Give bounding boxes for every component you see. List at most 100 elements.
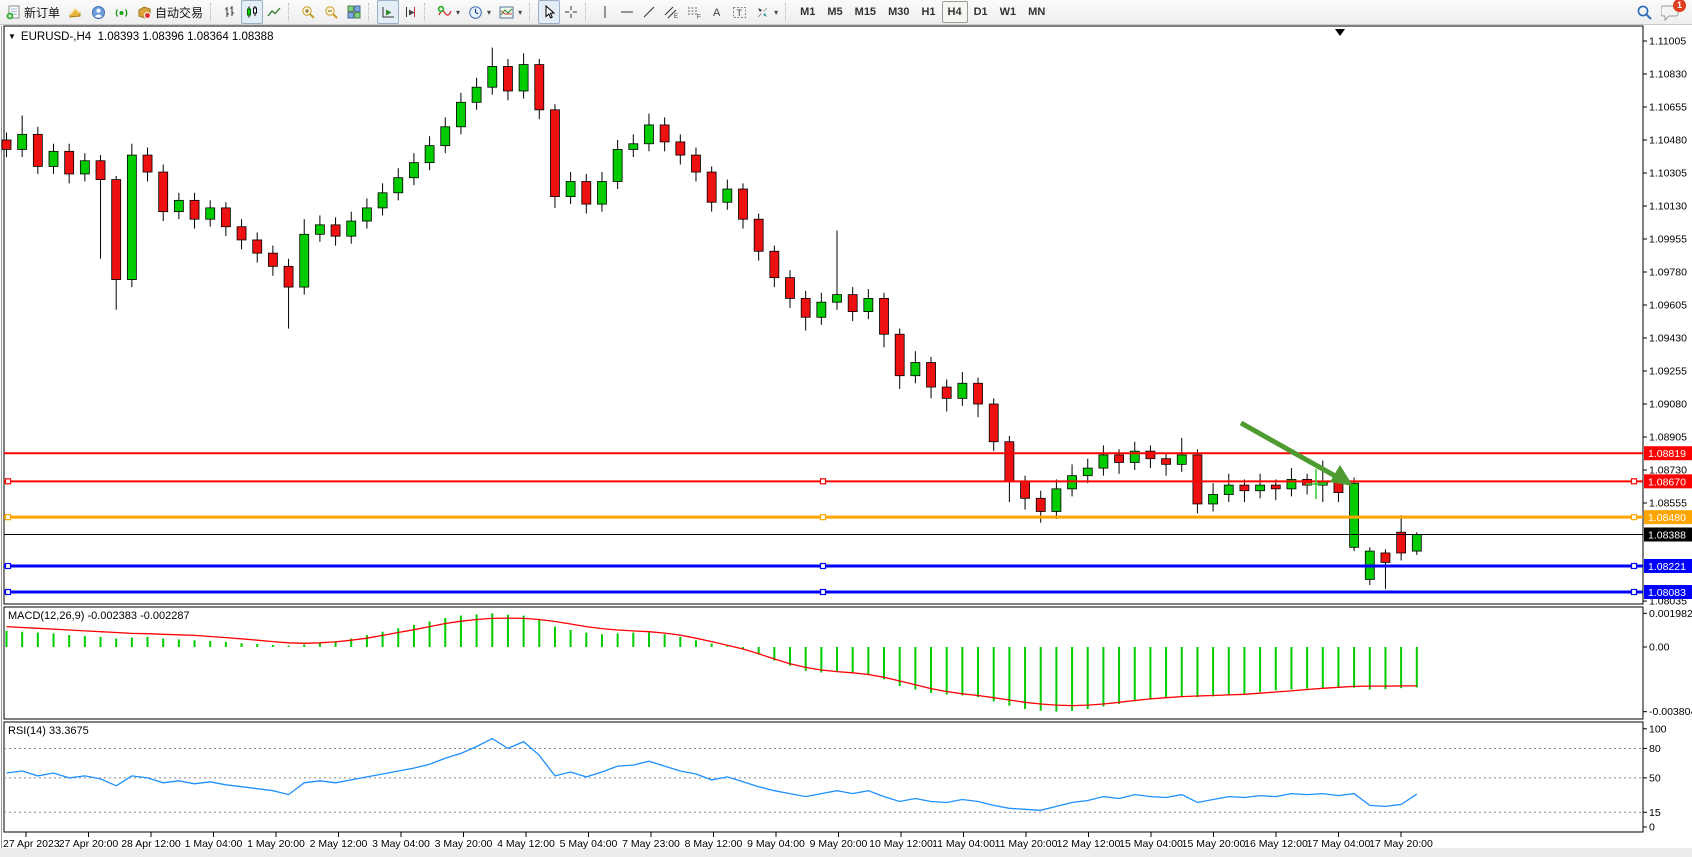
templates-button[interactable]: ▾ <box>495 0 526 24</box>
svg-text:11 May 04:00: 11 May 04:00 <box>932 838 995 850</box>
chart-title: ▼ EURUSD-,H4 1.08393 1.08396 1.08364 1.08… <box>8 31 273 43</box>
chat-badge: 1 <box>1673 0 1686 12</box>
dropdown-caret: ▾ <box>518 8 522 17</box>
svg-text:T: T <box>737 8 743 18</box>
candlestick-chart-button[interactable] <box>241 0 263 24</box>
svg-text:1.09605: 1.09605 <box>1649 300 1687 312</box>
svg-text:1.08388: 1.08388 <box>1648 529 1686 541</box>
chart-symbol-period: EURUSD-,H4 <box>21 31 91 43</box>
svg-text:1.09430: 1.09430 <box>1649 333 1687 345</box>
auto-scroll-button[interactable] <box>377 0 399 24</box>
svg-text:9 May 20:00: 9 May 20:00 <box>810 838 868 850</box>
svg-text:1.10480: 1.10480 <box>1649 135 1687 147</box>
chart-ohlc-values: 1.08393 1.08396 1.08364 1.08388 <box>98 31 274 43</box>
auto-scroll-icon <box>381 5 395 19</box>
line-chart-button[interactable] <box>263 0 285 24</box>
chart-shift-icon <box>403 5 417 19</box>
collapse-triangle-icon[interactable]: ▼ <box>8 32 16 41</box>
chart-canvas[interactable]: 1.110051.108301.106551.104801.103051.101… <box>0 0 1692 857</box>
svg-text:-0.003804: -0.003804 <box>1649 706 1692 718</box>
panel-frames <box>2 26 1644 848</box>
svg-text:0.00: 0.00 <box>1649 642 1670 654</box>
signals-button[interactable] <box>110 0 133 24</box>
toolbar-separator <box>210 3 216 21</box>
svg-text:1.10305: 1.10305 <box>1649 168 1687 180</box>
svg-text:3 May 20:00: 3 May 20:00 <box>435 838 493 850</box>
auto-trading-icon <box>137 5 152 20</box>
search-icon[interactable] <box>1636 4 1653 21</box>
svg-text:16 May 12:00: 16 May 12:00 <box>1244 838 1308 850</box>
svg-text:8 May 12:00: 8 May 12:00 <box>685 838 743 850</box>
market-watch-icon <box>68 5 83 20</box>
svg-text:4 May 12:00: 4 May 12:00 <box>497 838 555 850</box>
svg-text:12 May 12:00: 12 May 12:00 <box>1057 838 1121 850</box>
timeframe-button-d1[interactable]: D1 <box>968 1 994 23</box>
periods-button[interactable]: ▾ <box>464 0 495 24</box>
auto-trading-button[interactable]: 自动交易 <box>133 0 207 24</box>
crosshair-button[interactable] <box>560 0 582 24</box>
text-label-button[interactable]: T <box>728 0 751 24</box>
toolbar-separator <box>424 3 430 21</box>
bar-chart-button[interactable] <box>219 0 241 24</box>
equidistant-channel-icon: E <box>664 5 679 20</box>
zoom-in-button[interactable] <box>297 0 320 24</box>
timeframe-button-mn[interactable]: MN <box>1022 1 1051 23</box>
trendline-button[interactable] <box>638 0 660 24</box>
svg-text:1.08480: 1.08480 <box>1648 512 1686 524</box>
svg-text:1.08670: 1.08670 <box>1648 476 1686 488</box>
fibonacci-button[interactable]: F <box>683 0 706 24</box>
svg-text:1.08905: 1.08905 <box>1649 432 1687 444</box>
dropdown-caret: ▾ <box>487 8 491 17</box>
indicators-icon <box>437 5 452 20</box>
chart-shift-button[interactable] <box>399 0 421 24</box>
timeframe-group: M1M5M15M30H1H4D1W1MN <box>794 0 1051 24</box>
svg-text:15 May 20:00: 15 May 20:00 <box>1182 838 1246 850</box>
timeframe-button-m15[interactable]: M15 <box>849 1 882 23</box>
cursor-button[interactable] <box>538 0 560 24</box>
svg-text:1.08083: 1.08083 <box>1648 587 1686 599</box>
equidistant-channel-button[interactable]: E <box>660 0 683 24</box>
new-order-label: 新订单 <box>24 4 60 21</box>
timeframe-button-h1[interactable]: H1 <box>915 1 941 23</box>
cursor-icon <box>542 5 556 19</box>
timeframe-button-h4[interactable]: H4 <box>942 1 968 23</box>
new-order-button[interactable]: 新订单 <box>2 0 64 24</box>
periods-icon <box>468 5 483 20</box>
timeframe-button-m1[interactable]: M1 <box>794 1 821 23</box>
arrows-button[interactable]: ▾ <box>751 0 782 24</box>
svg-text:80: 80 <box>1649 743 1661 755</box>
indicators-button[interactable]: ▾ <box>433 0 464 24</box>
toolbar-separator <box>585 3 591 21</box>
svg-text:1.09955: 1.09955 <box>1649 234 1687 246</box>
svg-text:1 May 04:00: 1 May 04:00 <box>185 838 243 850</box>
svg-text:1.09780: 1.09780 <box>1649 267 1687 279</box>
toolbar-separator <box>785 3 791 21</box>
svg-text:17 May 20:00: 17 May 20:00 <box>1369 838 1433 850</box>
text-button[interactable]: A <box>706 0 728 24</box>
timeframe-button-m5[interactable]: M5 <box>821 1 848 23</box>
svg-text:0.001982: 0.001982 <box>1649 608 1692 620</box>
zoom-out-button[interactable] <box>320 0 343 24</box>
horizontal-line-icon <box>620 5 634 19</box>
zoom-in-icon <box>301 5 316 20</box>
svg-text:27 Apr 2023: 27 Apr 2023 <box>3 838 60 850</box>
market-watch-button[interactable] <box>64 0 87 24</box>
timeframe-button-w1[interactable]: W1 <box>994 1 1023 23</box>
svg-text:1.10130: 1.10130 <box>1649 201 1687 213</box>
community-button[interactable] <box>87 0 110 24</box>
timeframe-button-m30[interactable]: M30 <box>882 1 915 23</box>
tile-windows-button[interactable] <box>343 0 365 24</box>
vertical-line-icon <box>598 5 612 19</box>
vertical-line-button[interactable] <box>594 0 616 24</box>
svg-text:17 May 04:00: 17 May 04:00 <box>1307 838 1371 850</box>
svg-text:28 Apr 12:00: 28 Apr 12:00 <box>121 838 181 850</box>
horizontal-line-button[interactable] <box>616 0 638 24</box>
chat-icon[interactable]: 1 <box>1661 4 1680 21</box>
rsi-indicator-label: RSI(14) 33.3675 <box>8 725 89 737</box>
svg-text:1.10830: 1.10830 <box>1649 69 1687 81</box>
svg-text:E: E <box>674 14 678 20</box>
svg-text:F: F <box>697 14 701 20</box>
svg-text:1.08819: 1.08819 <box>1648 448 1686 460</box>
line-chart-icon <box>267 5 281 19</box>
dropdown-caret: ▾ <box>774 8 778 17</box>
